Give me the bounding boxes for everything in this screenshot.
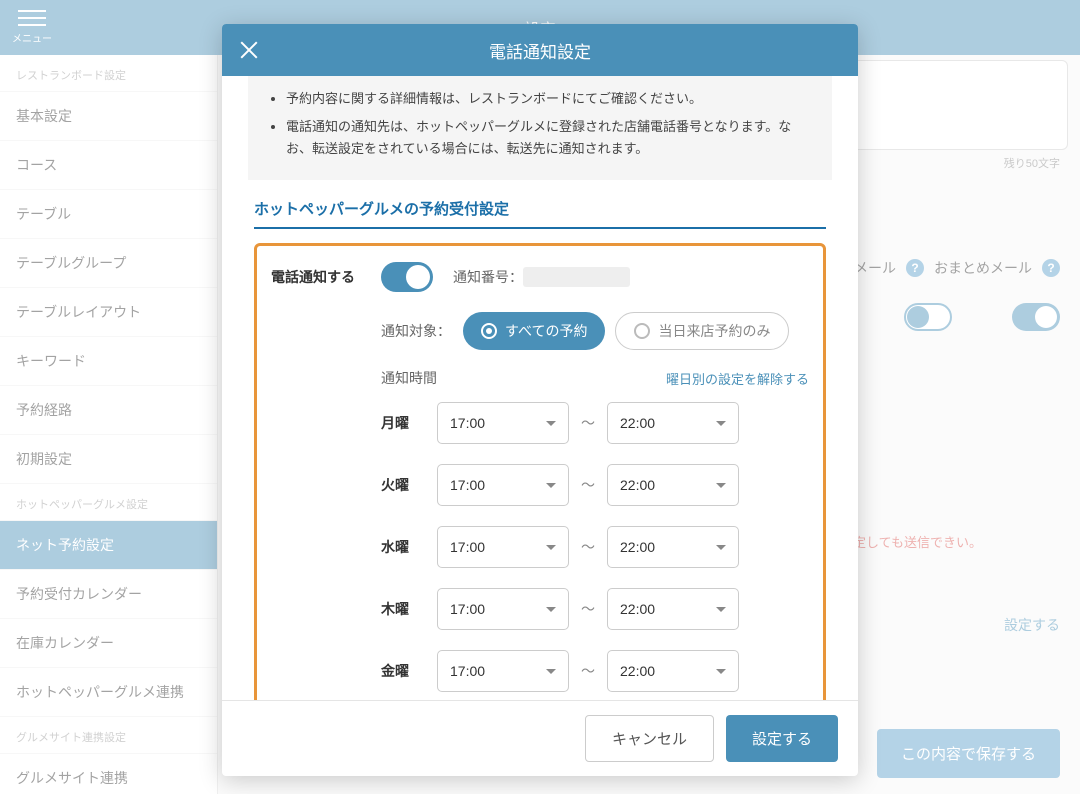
confirm-button[interactable]: 設定する xyxy=(726,715,838,762)
info-list: 予約内容に関する詳細情報は、レストランボードにてご確認ください。電話通知の通知先… xyxy=(248,76,832,180)
target-options: すべての予約 当日来店予約のみ xyxy=(463,312,789,350)
modal-header: 電話通知設定 xyxy=(222,24,858,76)
tilde: ～ xyxy=(581,475,595,495)
day-row: 水曜17:00 ～ 22:00 xyxy=(381,526,809,568)
reset-day-link[interactable]: 曜日別の設定を解除する xyxy=(666,369,809,388)
target-option-label: 当日来店予約のみ xyxy=(658,321,770,341)
settings-highlight-box: 電話通知する 通知番号： 000-0000-0000 通知対象： すべての予約 xyxy=(254,243,826,700)
day-name: 金曜 xyxy=(381,661,437,681)
end-time-select[interactable]: 22:00 xyxy=(607,526,739,568)
end-time-select[interactable]: 22:00 xyxy=(607,588,739,630)
day-name: 木曜 xyxy=(381,599,437,619)
end-time-select[interactable]: 22:00 xyxy=(607,464,739,506)
day-name: 火曜 xyxy=(381,475,437,495)
modal-title: 電話通知設定 xyxy=(489,38,591,63)
day-name: 月曜 xyxy=(381,413,437,433)
target-option-today[interactable]: 当日来店予約のみ xyxy=(615,312,789,350)
tilde: ～ xyxy=(581,661,595,681)
radio-icon xyxy=(481,323,497,339)
tilde: ～ xyxy=(581,537,595,557)
day-row: 月曜17:00 ～ 22:00 xyxy=(381,402,809,444)
time-header: 通知時間 曜日別の設定を解除する xyxy=(381,368,809,388)
day-name: 水曜 xyxy=(381,537,437,557)
day-row: 金曜17:00 ～ 22:00 xyxy=(381,650,809,692)
cancel-button[interactable]: キャンセル xyxy=(585,715,714,762)
target-option-label: すべての予約 xyxy=(505,321,587,341)
start-time-select[interactable]: 17:00 xyxy=(437,588,569,630)
close-icon[interactable] xyxy=(238,39,260,61)
day-rows-container: 月曜17:00～22:00火曜17:00～22:00水曜17:00～22:00木… xyxy=(271,402,809,692)
start-time-select[interactable]: 17:00 xyxy=(437,402,569,444)
target-label: 通知対象： xyxy=(381,321,451,341)
enable-label: 電話通知する xyxy=(271,267,381,287)
start-time-select[interactable]: 17:00 xyxy=(437,650,569,692)
info-bullet: 予約内容に関する詳細情報は、レストランボードにてご確認ください。 xyxy=(286,88,812,110)
tilde: ～ xyxy=(581,599,595,619)
target-row: 通知対象： すべての予約 当日来店予約のみ xyxy=(381,312,809,350)
end-time-select[interactable]: 22:00 xyxy=(607,650,739,692)
day-row: 火曜17:00 ～ 22:00 xyxy=(381,464,809,506)
modal-overlay: 電話通知設定 予約内容に関する詳細情報は、レストランボードにてご確認ください。電… xyxy=(0,0,1080,794)
modal: 電話通知設定 予約内容に関する詳細情報は、レストランボードにてご確認ください。電… xyxy=(222,24,858,776)
phone-number: 000-0000-0000 xyxy=(523,267,630,287)
radio-icon xyxy=(634,323,650,339)
enable-toggle[interactable] xyxy=(381,262,433,292)
section-title: ホットペッパーグルメの予約受付設定 xyxy=(254,198,826,229)
phone-label: 通知番号： xyxy=(453,267,523,287)
modal-footer: キャンセル 設定する xyxy=(222,700,858,776)
enable-row: 電話通知する 通知番号： 000-0000-0000 xyxy=(271,262,809,292)
start-time-select[interactable]: 17:00 xyxy=(437,464,569,506)
info-bullet: 電話通知の通知先は、ホットペッパーグルメに登録された店舗電話番号となります。なお… xyxy=(286,116,812,160)
start-time-select[interactable]: 17:00 xyxy=(437,526,569,568)
time-label: 通知時間 xyxy=(381,368,437,388)
end-time-select[interactable]: 22:00 xyxy=(607,402,739,444)
modal-body: 予約内容に関する詳細情報は、レストランボードにてご確認ください。電話通知の通知先… xyxy=(222,76,858,700)
target-option-all[interactable]: すべての予約 xyxy=(463,312,605,350)
day-row: 木曜17:00 ～ 22:00 xyxy=(381,588,809,630)
tilde: ～ xyxy=(581,413,595,433)
